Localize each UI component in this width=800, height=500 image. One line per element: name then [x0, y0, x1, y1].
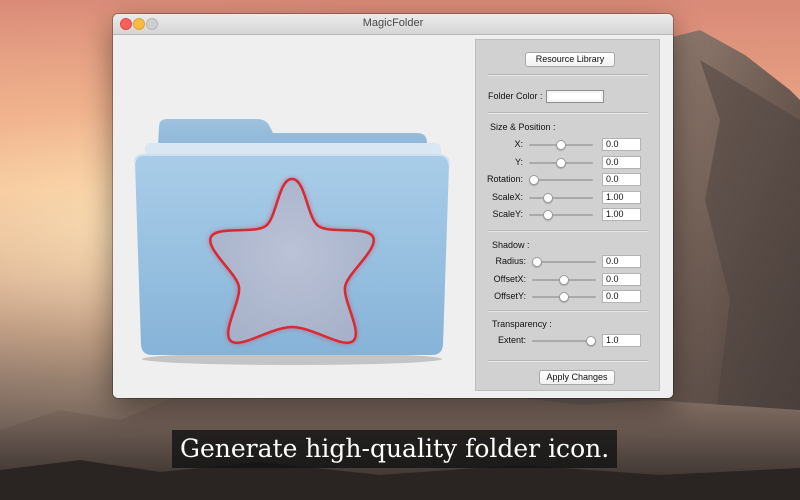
transparency-slider[interactable] — [532, 336, 596, 346]
size-position-label: X: — [514, 139, 523, 149]
apply-changes-button[interactable]: Apply Changes — [539, 370, 615, 385]
size-position-slider[interactable] — [529, 175, 593, 185]
shadow-slider[interactable] — [532, 292, 596, 302]
slider-track[interactable] — [529, 214, 593, 216]
size-position-value-field[interactable]: 1.00 — [602, 208, 641, 221]
slider-knob[interactable] — [556, 157, 566, 168]
transparency-label: Extent: — [497, 335, 526, 345]
size-position-label: Rotation: — [486, 174, 523, 184]
divider — [488, 112, 648, 114]
marketing-caption: Generate high-quality folder icon. — [172, 430, 618, 468]
folder-preview — [127, 97, 457, 367]
size-position-slider[interactable] — [529, 157, 593, 168]
size-position-slider[interactable] — [529, 192, 593, 203]
shadow-slider[interactable] — [532, 257, 596, 267]
slider-knob[interactable] — [559, 274, 569, 285]
size-position-slider[interactable] — [529, 140, 593, 150]
divider — [488, 310, 648, 312]
shadow-label: OffsetX: — [493, 273, 526, 284]
size-position-label: Y: — [514, 156, 523, 167]
folder-star-icon — [134, 119, 450, 365]
divider — [488, 360, 648, 362]
slider-knob[interactable] — [559, 292, 569, 302]
divider — [488, 230, 648, 232]
shadow-label: OffsetY: — [494, 291, 526, 301]
shadow-label: Radius: — [495, 256, 526, 266]
shadow-value-field[interactable]: 0.0 — [602, 255, 641, 268]
divider — [488, 74, 648, 76]
window-title: MagicFolder — [362, 17, 424, 29]
size-position-value-field[interactable]: 1.00 — [602, 190, 641, 204]
size-position-heading: Size & Position : — [490, 122, 556, 132]
shadow-heading: Shadow : — [492, 240, 530, 250]
size-position-label: ScaleY: — [492, 209, 523, 219]
slider-track[interactable] — [529, 196, 593, 199]
slider-knob[interactable] — [586, 336, 596, 346]
shadow-value-field[interactable]: 0.0 — [602, 290, 641, 303]
size-position-value-field[interactable]: 0.0 — [602, 138, 641, 151]
slider-knob[interactable] — [543, 192, 553, 203]
shadow-slider[interactable] — [532, 274, 596, 285]
folder-color-label: Folder Color : — [488, 91, 543, 101]
size-position-label: ScaleX: — [491, 191, 523, 202]
size-position-slider[interactable] — [529, 210, 593, 220]
folder-color-well[interactable] — [546, 90, 604, 103]
control-panel: Resource Library Folder Color : Size & P… — [475, 39, 660, 391]
shadow-value-field[interactable]: 0.0 — [602, 272, 641, 286]
magicfolder-window: MagicFolder Resource Library Folder Colo… — [113, 14, 673, 398]
slider-knob[interactable] — [543, 210, 553, 220]
size-position-value-field[interactable]: 0.0 — [602, 155, 641, 169]
resource-library-button[interactable]: Resource Library — [525, 52, 615, 67]
size-position-value-field[interactable]: 0.0 — [602, 173, 641, 186]
transparency-heading: Transparency : — [492, 319, 552, 329]
title-bar[interactable]: MagicFolder — [113, 14, 673, 35]
transparency-value-field[interactable]: 1.0 — [602, 334, 641, 347]
slider-knob[interactable] — [529, 175, 539, 185]
slider-knob[interactable] — [556, 140, 566, 150]
slider-knob[interactable] — [532, 257, 542, 267]
window-content: Resource Library Folder Color : Size & P… — [113, 35, 673, 398]
